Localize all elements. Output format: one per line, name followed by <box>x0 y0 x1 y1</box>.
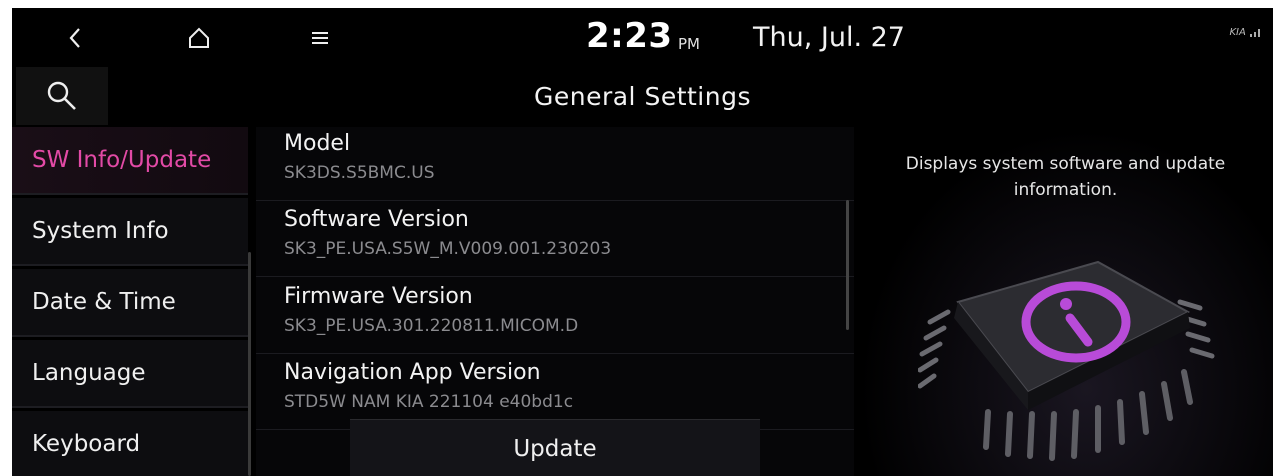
row-value: SK3_PE.USA.S5W_M.V009.001.230203 <box>284 239 612 259</box>
hamburger-menu-icon <box>312 31 328 44</box>
sidebar-item-date-time[interactable]: Date & Time <box>12 269 248 337</box>
sidebar-item-language[interactable]: Language <box>12 340 248 408</box>
sidebar-item-system-info[interactable]: System Info <box>12 198 248 266</box>
row-value: STD5W NAM KIA 221104 e40bd1c <box>284 392 574 412</box>
home-icon <box>189 27 209 48</box>
sidebar-scrollbar[interactable] <box>248 252 251 476</box>
status-bar: 2:23 PM Thu, Jul. 27 KIA <box>12 8 1273 67</box>
home-button[interactable] <box>174 8 224 67</box>
menu-button[interactable] <box>298 8 342 67</box>
description-panel: Displays system software and update info… <box>858 127 1273 476</box>
search-icon <box>47 81 76 110</box>
list-scrollbar[interactable] <box>846 200 849 330</box>
clock-time: 2:23 <box>586 16 673 56</box>
list-item-model: Model SK3DS.S5BMC.US <box>256 127 854 201</box>
sidebar-item-label: SW Info/Update <box>32 147 212 173</box>
date-label: Thu, Jul. 27 <box>753 22 905 53</box>
sidebar-item-label: Date & Time <box>32 289 176 315</box>
sidebar-item-label: Language <box>32 360 146 386</box>
settings-sidebar: SW Info/Update System Info Date & Time L… <box>12 127 252 476</box>
brand-logo: KIA <box>1229 27 1246 38</box>
sidebar-item-label: System Info <box>32 218 169 244</box>
title-bar: General Settings <box>12 67 1273 125</box>
row-title: Navigation App Version <box>284 360 541 385</box>
infotainment-screen: 2:23 PM Thu, Jul. 27 KIA General Setting… <box>12 8 1273 476</box>
status-indicator: KIA <box>1229 26 1263 38</box>
back-button[interactable] <box>50 8 100 67</box>
search-button[interactable] <box>16 67 108 125</box>
row-title: Software Version <box>284 207 469 232</box>
row-title: Model <box>284 131 351 156</box>
row-value: SK3DS.S5BMC.US <box>284 163 435 183</box>
row-title: Firmware Version <box>284 284 473 309</box>
sidebar-item-label: Keyboard <box>32 431 141 457</box>
chip-info-illustration <box>918 260 1215 461</box>
sidebar-item-keyboard[interactable]: Keyboard <box>12 411 248 476</box>
list-item-firmware-version: Firmware Version SK3_PE.USA.301.220811.M… <box>256 280 854 354</box>
clock-ampm: PM <box>678 35 700 53</box>
list-item-software-version: Software Version SK3_PE.USA.S5W_M.V009.0… <box>256 203 854 277</box>
update-button[interactable]: Update <box>350 419 760 476</box>
row-value: SK3_PE.USA.301.220811.MICOM.D <box>284 316 579 336</box>
page-title: General Settings <box>533 82 751 111</box>
signal-icon <box>1250 29 1260 37</box>
sidebar-item-sw-info-update[interactable]: SW Info/Update <box>12 127 248 195</box>
description-text: Displays system software and update info… <box>905 154 1226 200</box>
chevron-left-icon <box>69 27 80 48</box>
